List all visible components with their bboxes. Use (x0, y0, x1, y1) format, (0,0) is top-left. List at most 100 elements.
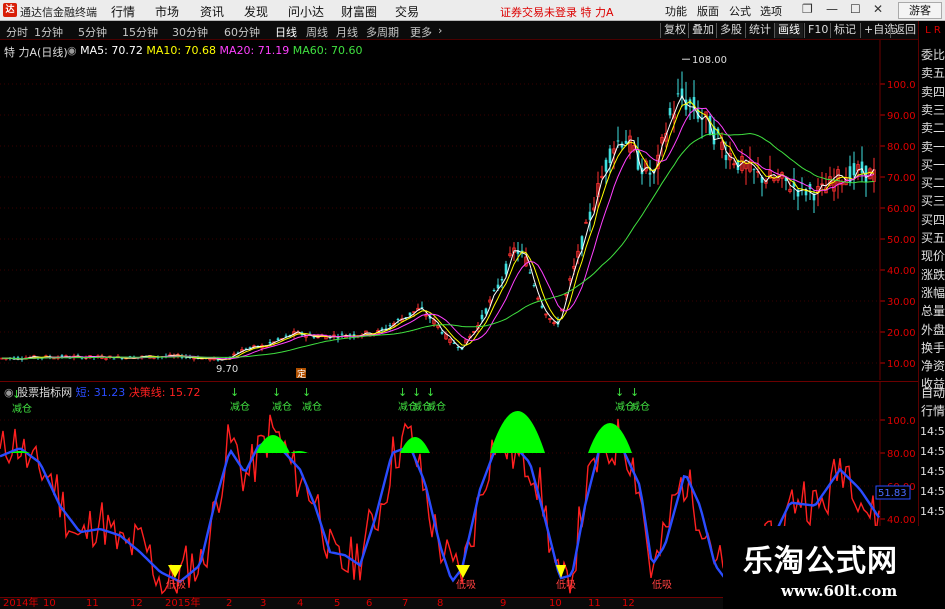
candle-body (456, 347, 460, 349)
period-1min[interactable]: 1分钟 (34, 24, 63, 40)
minimize-icon[interactable]: — (826, 2, 838, 16)
ma-legend: ◉ MA5: 70.72 MA10: 70.68 MA20: 71.19 MA6… (67, 44, 362, 57)
panel-item[interactable]: 买四 (920, 212, 945, 228)
sell-arrow-icon: ↓ (302, 386, 311, 399)
settings-dot-icon[interactable]: ◉ (67, 44, 77, 57)
sell-zone (588, 423, 632, 453)
panel-item[interactable]: 涨幅 (920, 285, 945, 301)
sell-label: 减仓 (272, 400, 292, 413)
layout-button[interactable]: 版面 (697, 3, 719, 19)
price-axis-label: 90.00 (887, 111, 916, 122)
candle-body (340, 333, 344, 335)
price-axis-label: 60.00 (887, 204, 916, 215)
date-tick: 4 (297, 598, 304, 609)
date-tick: 3 (260, 598, 267, 609)
sell-arrow-icon: ↓ (230, 386, 239, 399)
period-label: (日线) (37, 46, 68, 59)
adjust-button[interactable]: 复权 (660, 23, 689, 38)
options-button[interactable]: 选项 (760, 3, 782, 19)
period-more[interactable]: 更多 (410, 24, 432, 40)
price-chart-canvas: 100.0 90.00 80.00 70.00 60.00 50.00 40.00 30.00… (0, 40, 916, 380)
period-5min[interactable]: 5分钟 (78, 24, 107, 40)
panel-tab[interactable]: 行情 (920, 403, 945, 419)
sell-label: 减仓 (230, 400, 250, 413)
indicator-settings-icon[interactable]: ◉ (4, 386, 14, 399)
date-tick: 11 (86, 598, 99, 609)
sell-label: 减仓 (302, 400, 322, 413)
panel-item[interactable]: 卖三 (920, 102, 945, 118)
candle-body (532, 285, 536, 287)
panel-item[interactable]: 买一 (920, 157, 945, 173)
chevron-right-icon[interactable]: › (438, 24, 442, 37)
panel-item[interactable]: 卖四 (920, 84, 945, 100)
price-chart[interactable]: 100.0 90.00 80.00 70.00 60.00 50.00 40.00 30.00… (0, 40, 918, 380)
period-multi[interactable]: 多周期 (366, 24, 399, 40)
panel-item[interactable]: 委比 (920, 47, 945, 63)
indicator-name: 股票指标网 (17, 386, 73, 399)
panel-header: L R (925, 25, 941, 36)
candle-body (276, 338, 280, 341)
period-15min[interactable]: 15分钟 (122, 24, 158, 40)
ma60-label: MA60: 70.60 (292, 44, 363, 57)
period-30min[interactable]: 30分钟 (172, 24, 208, 40)
date-tick: 12 (130, 598, 143, 609)
period-weekly[interactable]: 周线 (306, 24, 328, 40)
panel-item[interactable]: 涨跌 (920, 267, 945, 283)
maximize-icon[interactable]: ☐ (850, 2, 861, 16)
panel-item[interactable]: 总量 (920, 303, 945, 319)
menu-discover[interactable]: 发现 (244, 3, 268, 20)
menu-news[interactable]: 资讯 (200, 3, 224, 20)
trade-time: 14:5 (920, 425, 945, 438)
date-tick: 9 (500, 598, 507, 609)
panel-item[interactable]: 净资 (920, 358, 945, 374)
panel-item[interactable]: 换手 (920, 340, 945, 356)
guest-button[interactable]: 游客 (898, 2, 942, 19)
candle-body (268, 341, 272, 344)
overlay-button[interactable]: 叠加 (688, 23, 717, 38)
panel-item[interactable]: 外盘 (920, 322, 945, 338)
panel-item[interactable]: 卖一 (920, 139, 945, 155)
period-daily[interactable]: 日线 (275, 24, 297, 40)
site-watermark: 乐淘公式网 www.60lt.com (723, 526, 945, 609)
panel-item[interactable]: 卖二 (920, 120, 945, 136)
stats-button[interactable]: 统计 (745, 23, 774, 38)
multi-stock-button[interactable]: 多股 (716, 23, 745, 38)
login-notice[interactable]: 证券交易未登录 特 力A (500, 4, 614, 20)
watermark-url: www.60lt.com (781, 582, 898, 600)
panel-item[interactable]: 卖五 (920, 65, 945, 81)
menu-trade[interactable]: 交易 (395, 3, 419, 20)
restore-icon[interactable]: ❐ (802, 2, 813, 16)
back-button[interactable]: 返回 (890, 23, 919, 38)
function-button[interactable]: 功能 (665, 3, 687, 19)
menu-wealth-circle[interactable]: 财富圈 (341, 3, 377, 20)
f10-button[interactable]: F10 (804, 23, 831, 38)
menu-market-quotes[interactable]: 行情 (111, 3, 135, 20)
sell-zone (490, 411, 545, 453)
sell-label: 减仓 (630, 400, 650, 413)
candle-body (336, 337, 340, 339)
period-intraday[interactable]: 分时 (6, 24, 28, 40)
panel-item[interactable]: 买三 (920, 193, 945, 209)
candle-body (812, 194, 816, 201)
price-axis-label: 20.00 (887, 328, 916, 339)
period-60min[interactable]: 60分钟 (224, 24, 260, 40)
menu-market[interactable]: 市场 (155, 3, 179, 20)
ma20-label: MA20: 71.19 (219, 44, 290, 57)
buy-label: 低吸 (556, 578, 576, 591)
panel-tab[interactable]: 自动 (920, 385, 945, 401)
candle-body (624, 140, 628, 144)
menu-ask[interactable]: 问小达 (288, 3, 324, 20)
date-tick: 12 (622, 598, 635, 609)
mark-button[interactable]: 标记 (830, 23, 859, 38)
formula-button[interactable]: 公式 (729, 3, 751, 19)
high-price-label: 108.00 (692, 55, 727, 66)
price-axis-label: 10.00 (887, 359, 916, 370)
close-icon[interactable]: ✕ (873, 2, 883, 16)
panel-item[interactable]: 买五 (920, 230, 945, 246)
draw-line-button[interactable]: 画线 (774, 23, 803, 38)
panel-item[interactable]: 现价 (920, 248, 945, 264)
panel-item[interactable]: 买二 (920, 175, 945, 191)
period-monthly[interactable]: 月线 (336, 24, 358, 40)
stock-name: 特 力A (4, 46, 38, 59)
stock-name-label: 特 力A(日线) (4, 44, 68, 60)
